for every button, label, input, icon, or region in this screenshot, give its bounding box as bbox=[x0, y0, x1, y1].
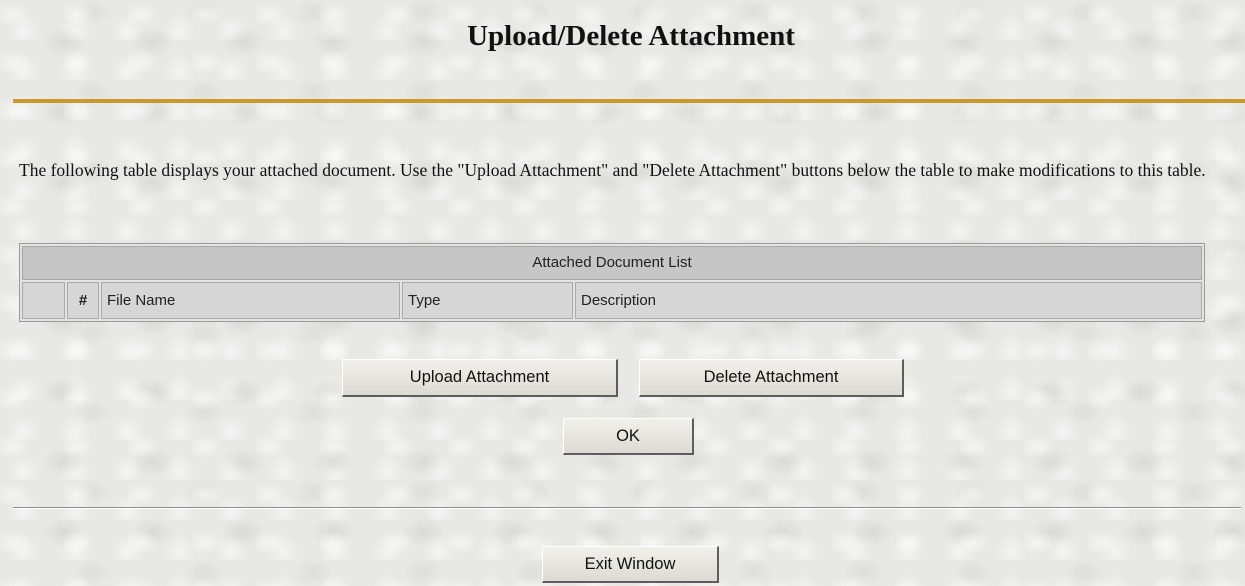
column-header-type: Type bbox=[402, 282, 573, 319]
page-title: Upload/Delete Attachment bbox=[467, 20, 795, 52]
column-header-file-name: File Name bbox=[101, 282, 400, 319]
delete-attachment-button[interactable]: Delete Attachment bbox=[639, 359, 904, 397]
column-header-select bbox=[22, 282, 65, 319]
column-header-description: Description bbox=[575, 282, 1202, 319]
table-caption: Attached Document List bbox=[22, 246, 1202, 280]
intro-text: The following table displays your attach… bbox=[19, 160, 1206, 180]
ok-button[interactable]: OK bbox=[563, 418, 694, 455]
column-header-number: # bbox=[67, 282, 99, 319]
bottom-divider bbox=[13, 507, 1241, 509]
upload-attachment-button[interactable]: Upload Attachment bbox=[342, 359, 618, 397]
exit-window-button[interactable]: Exit Window bbox=[542, 546, 719, 583]
title-divider bbox=[13, 99, 1245, 103]
attached-document-table: Attached Document List # File Name Type … bbox=[19, 243, 1205, 322]
